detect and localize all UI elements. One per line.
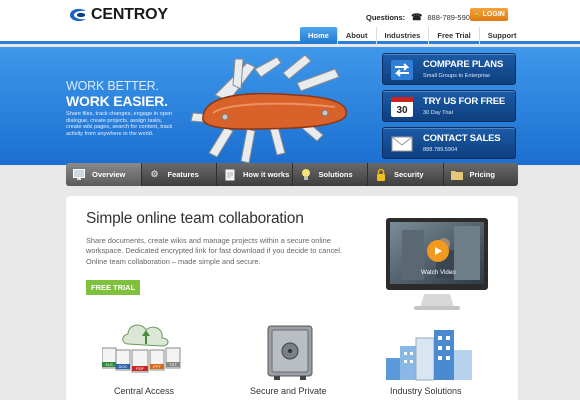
feature-secure-private[interactable]: Secure and Private: [250, 386, 327, 396]
video-play-button[interactable]: [427, 240, 449, 262]
cloud-files-icon: XLS DOC PDF PPT TXT: [102, 324, 181, 373]
free-trial-badge[interactable]: FREE TRIAL: [86, 280, 141, 295]
top-nav-label: About: [345, 31, 368, 40]
login-button[interactable]: 🔒 LOGIN: [470, 8, 508, 21]
file-tag: TXT: [169, 362, 177, 367]
top-nav-free-trial[interactable]: Free Trial: [428, 27, 478, 44]
hero-headline-2: WORK EASIER.: [66, 93, 168, 109]
top-nav: Home About Industries Free Trial Support: [300, 27, 524, 44]
folder-icon: [450, 168, 464, 182]
contact-sales-button[interactable]: CONTACT SALES 888.789.5904: [382, 127, 516, 159]
cta-subtitle: Small Groups to Enterprise: [423, 73, 491, 79]
main-content: Simple online team collaboration Share d…: [66, 196, 518, 400]
page-title: Simple online team collaboration: [86, 210, 304, 227]
buildings-icon: [386, 330, 472, 381]
video-monitor: [386, 218, 488, 310]
envelope-icon: [391, 136, 413, 152]
cta-subtitle: 888.789.5904: [423, 147, 458, 153]
cta-title: COMPARE PLANS: [423, 59, 504, 70]
watch-video-label[interactable]: Watch Video: [421, 269, 456, 276]
tab-label: Pricing: [469, 170, 495, 179]
logo[interactable]: CENTROY: [68, 6, 168, 24]
cta-subtitle: 30 Day Trial: [423, 110, 453, 116]
file-tag: PDF: [136, 366, 145, 371]
top-nav-about[interactable]: About: [336, 27, 376, 44]
monitor-icon: [72, 168, 86, 182]
calendar-icon: 30: [391, 97, 413, 117]
hero-description: Share files, track changes, engage in op…: [66, 111, 173, 137]
cta-title: CONTACT SALES: [423, 133, 501, 144]
tab-pricing[interactable]: Pricing: [444, 163, 519, 186]
padlock-icon: [374, 168, 388, 182]
top-nav-label: Industries: [384, 31, 421, 40]
top-nav-label: Free Trial: [437, 31, 471, 40]
login-label: LOGIN: [482, 11, 505, 18]
compare-plans-button[interactable]: COMPARE PLANS Small Groups to Enterprise: [382, 53, 516, 85]
feature-industry-solutions[interactable]: Industry Solutions: [390, 386, 462, 396]
tab-label: Solutions: [318, 170, 353, 179]
brand-name: CENTROY: [91, 6, 168, 23]
file-tag: DOC: [119, 364, 128, 369]
top-nav-home[interactable]: Home: [300, 27, 337, 44]
file-tag: PPT: [153, 364, 161, 369]
gear-icon: ⚙: [150, 169, 159, 179]
play-icon: [435, 247, 442, 255]
feature-nav: Overview ⚙ Features How it works Solutio…: [66, 163, 518, 186]
questions-label: Questions:: [366, 13, 406, 22]
lightbulb-icon: [299, 168, 313, 182]
tab-how-it-works[interactable]: How it works: [217, 163, 293, 186]
phone-icon: ☎: [411, 12, 423, 22]
cta-title: TRY US FOR FREE: [423, 96, 505, 107]
intro-text: Share documents, create wikis and manage…: [86, 236, 342, 266]
file-tag: XLS: [105, 362, 113, 367]
hero-headline-1: WORK BETTER.: [66, 79, 159, 93]
tab-label: Security: [394, 170, 424, 179]
compare-arrows-icon: [391, 60, 413, 80]
header: CENTROY Questions: ☎ 888-789-5904 🔒 LOGI…: [0, 0, 580, 44]
tab-security[interactable]: Security: [368, 163, 444, 186]
feature-central-access[interactable]: Central Access: [114, 386, 174, 396]
centroy-logo-icon: [70, 8, 86, 22]
top-nav-label: Home: [308, 31, 329, 40]
tab-features[interactable]: ⚙ Features: [142, 163, 217, 186]
phone-number: 888-789-5904: [427, 13, 475, 22]
tab-label: Overview: [92, 170, 126, 179]
calendar-badge: 30: [396, 105, 408, 116]
contact-info: Questions: ☎ 888-789-5904: [366, 12, 474, 23]
top-nav-label: Support: [487, 31, 517, 40]
tab-solutions[interactable]: Solutions: [293, 163, 368, 186]
tab-label: Features: [167, 170, 199, 179]
tab-label: How it works: [243, 170, 290, 179]
hero-banner: WORK BETTER. WORK EASIER. Share files, t…: [0, 47, 580, 165]
swiss-army-knife-icon: [190, 55, 347, 164]
tab-overview[interactable]: Overview: [66, 163, 142, 186]
lock-icon: 🔒: [473, 12, 481, 18]
safe-icon: [267, 325, 313, 380]
try-free-button[interactable]: 30 TRY US FOR FREE 30 Day Trial: [382, 90, 516, 122]
top-nav-industries[interactable]: Industries: [375, 27, 429, 44]
top-nav-support[interactable]: Support: [478, 27, 525, 44]
document-icon: [223, 168, 237, 182]
